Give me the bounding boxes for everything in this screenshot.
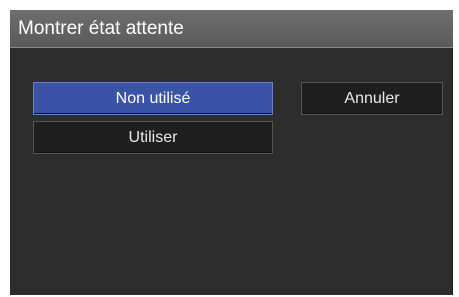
option-non-utilise-button[interactable]: Non utilisé [33,82,273,115]
dialog-title: Montrer état attente [18,18,184,39]
title-bar: Montrer état attente [10,10,453,48]
dialog: Montrer état attente Non utilisé Utilise… [10,10,453,295]
cancel-button[interactable]: Annuler [301,82,443,115]
option-utiliser-button[interactable]: Utiliser [33,121,273,154]
